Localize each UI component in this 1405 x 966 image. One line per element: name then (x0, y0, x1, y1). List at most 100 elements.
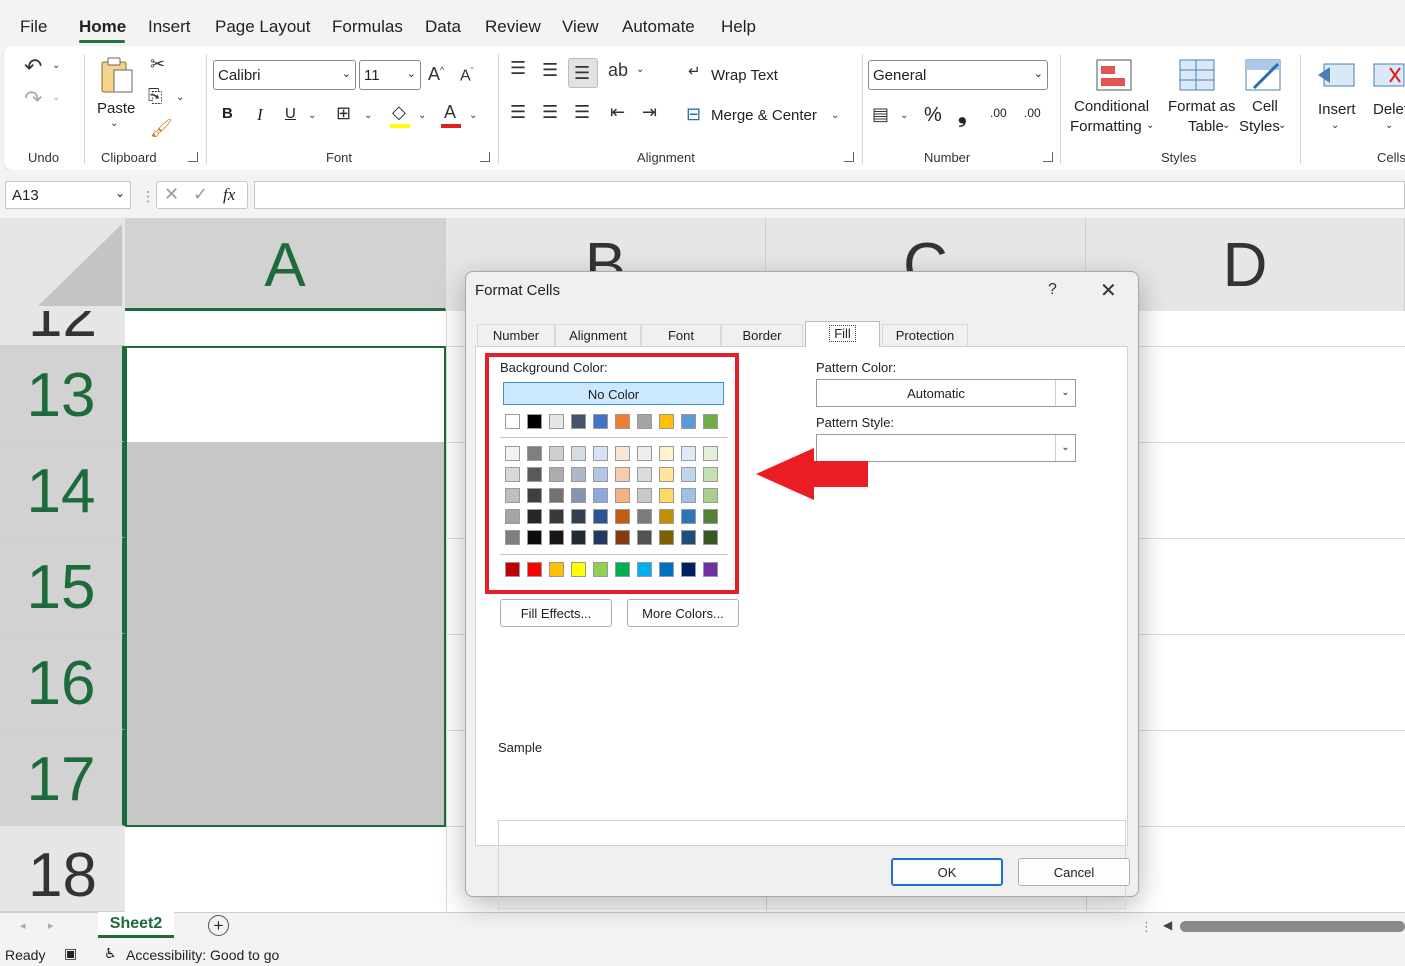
dialog-help-button[interactable]: ? (1048, 281, 1057, 299)
align-top-icon[interactable]: ☰ (510, 58, 526, 79)
sheet-tab-sheet2[interactable]: Sheet2 (98, 912, 174, 938)
wrap-text-icon[interactable]: ↵ (688, 62, 701, 80)
row-header-15[interactable]: 15 (0, 538, 125, 634)
insert-cells-icon[interactable] (1316, 58, 1358, 92)
font-color-icon[interactable]: A (444, 102, 456, 123)
delete-cells-icon[interactable] (1372, 58, 1405, 92)
tab-number[interactable]: Number (477, 324, 555, 346)
formula-input[interactable] (254, 181, 1405, 209)
font-launcher-icon[interactable] (480, 152, 490, 162)
wrap-text-button[interactable]: Wrap Text (711, 67, 778, 84)
accounting-format-icon[interactable]: ▤ (872, 104, 889, 125)
menu-formulas[interactable]: Formulas (332, 17, 403, 37)
menu-file[interactable]: File (20, 17, 47, 37)
orientation-dropdown-icon[interactable]: ⌄ (636, 64, 644, 75)
select-all-corner[interactable] (0, 218, 125, 311)
menu-insert[interactable]: Insert (148, 17, 191, 37)
menu-help[interactable]: Help (721, 17, 756, 37)
bold-button[interactable]: B (222, 105, 233, 122)
align-right-icon[interactable]: ☰ (574, 102, 590, 123)
format-painter-icon[interactable]: 🖌 (150, 118, 173, 139)
horizontal-scrollbar[interactable] (1180, 921, 1405, 932)
alignment-launcher-icon[interactable] (844, 152, 854, 162)
underline-button[interactable]: U (285, 105, 296, 122)
comma-style-button[interactable]: ❟ (958, 102, 967, 128)
decrease-font-size-icon[interactable]: Aˇ (460, 66, 474, 85)
font-color-dropdown-icon[interactable]: ⌄ (469, 110, 477, 121)
cancel-entry-icon[interactable]: ✕ (164, 184, 179, 205)
merge-center-icon[interactable]: ⊟ (686, 104, 701, 125)
delete-cells-button[interactable]: Delet (1373, 101, 1405, 118)
confirm-entry-icon[interactable]: ✓ (193, 184, 208, 205)
add-sheet-icon[interactable]: + (208, 915, 229, 936)
conditional-formatting-dropdown-icon[interactable]: ⌄ (1146, 120, 1154, 131)
format-as-table-label-1[interactable]: Format as (1168, 98, 1236, 115)
row-header-18[interactable]: 18 (0, 826, 125, 912)
number-format-combo[interactable]: General ⌄ (868, 60, 1048, 90)
cut-icon[interactable]: ✂ (150, 54, 165, 75)
increase-font-size-icon[interactable]: A^ (428, 64, 444, 85)
align-left-icon[interactable]: ☰ (510, 102, 526, 123)
borders-dropdown-icon[interactable]: ⌄ (364, 110, 372, 121)
accessibility-status[interactable]: Accessibility: Good to go (126, 947, 279, 963)
paste-icon[interactable] (98, 56, 138, 96)
row-header-13[interactable]: 13 (0, 346, 125, 442)
scroll-left-icon[interactable]: ◀ (1163, 918, 1172, 932)
pattern-color-dropdown[interactable]: Automatic ⌄ (816, 379, 1076, 407)
clipboard-launcher-icon[interactable] (188, 152, 198, 162)
redo-icon[interactable]: ↷ (24, 86, 42, 112)
merge-dropdown-icon[interactable]: ⌄ (831, 110, 839, 121)
percent-style-button[interactable]: % (924, 104, 942, 127)
orientation-icon[interactable]: ab (608, 60, 628, 81)
align-middle-icon[interactable]: ☰ (542, 60, 558, 81)
cancel-button[interactable]: Cancel (1018, 858, 1130, 886)
menu-automate[interactable]: Automate (622, 17, 695, 37)
menu-view[interactable]: View (562, 17, 599, 37)
paste-dropdown-icon[interactable]: ⌄ (110, 118, 118, 129)
tab-fill[interactable]: Fill (805, 321, 880, 347)
cell-styles-dropdown-icon[interactable]: ⌄ (1278, 120, 1286, 131)
conditional-formatting-label-2[interactable]: Formatting (1070, 118, 1142, 135)
tab-alignment[interactable]: Alignment (555, 324, 641, 346)
increase-decimal-button[interactable]: .00 (990, 106, 1007, 120)
decrease-indent-icon[interactable]: ⇤ (610, 102, 625, 123)
delete-dropdown-icon[interactable]: ⌄ (1385, 120, 1393, 131)
conditional-formatting-icon[interactable] (1095, 58, 1133, 92)
borders-icon[interactable]: ⊞ (336, 103, 351, 124)
more-colors-button[interactable]: More Colors... (627, 599, 739, 627)
cell-styles-label-2[interactable]: Styles (1239, 118, 1280, 135)
accounting-dropdown-icon[interactable]: ⌄ (900, 110, 908, 121)
row-header-12[interactable]: 12 (0, 311, 125, 346)
format-as-table-dropdown-icon[interactable]: ⌄ (1222, 120, 1230, 131)
macro-recording-icon[interactable]: ▣ (64, 945, 77, 962)
accessibility-icon[interactable]: ♿ (104, 945, 117, 962)
cell-styles-label-1[interactable]: Cell (1252, 98, 1278, 115)
fill-color-icon[interactable]: ◇ (392, 102, 406, 123)
underline-dropdown-icon[interactable]: ⌄ (308, 110, 316, 121)
scroll-sheets-left-icon[interactable]: ◂ (20, 919, 26, 932)
conditional-formatting-label-1[interactable]: Conditional (1074, 98, 1149, 115)
row-header-14[interactable]: 14 (0, 442, 125, 538)
italic-button[interactable]: I (257, 105, 263, 125)
ok-button[interactable]: OK (891, 858, 1003, 886)
tab-protection[interactable]: Protection (882, 324, 968, 346)
undo-icon[interactable]: ↶ (24, 54, 42, 80)
redo-dropdown-icon[interactable]: ⌄ (52, 92, 60, 103)
number-launcher-icon[interactable] (1043, 152, 1053, 162)
insert-cells-button[interactable]: Insert (1318, 101, 1356, 118)
name-box[interactable]: A13 ⌄ (5, 181, 131, 209)
scroll-sheets-right-icon[interactable]: ▸ (48, 919, 54, 932)
row-header-16[interactable]: 16 (0, 634, 125, 730)
font-name-combo[interactable]: Calibri ⌄ (213, 60, 356, 90)
font-size-combo[interactable]: 11 ⌄ (359, 60, 421, 90)
increase-indent-icon[interactable]: ⇥ (642, 102, 657, 123)
menu-review[interactable]: Review (485, 17, 541, 37)
menu-data[interactable]: Data (425, 17, 461, 37)
selected-range[interactable] (125, 346, 446, 827)
copy-icon[interactable]: ⎘ (148, 86, 162, 107)
undo-dropdown-icon[interactable]: ⌄ (52, 60, 60, 71)
cell-styles-icon[interactable] (1244, 58, 1284, 92)
tab-border[interactable]: Border (721, 324, 803, 346)
row-header-17[interactable]: 17 (0, 730, 125, 826)
decrease-decimal-button[interactable]: .00 (1024, 106, 1041, 120)
